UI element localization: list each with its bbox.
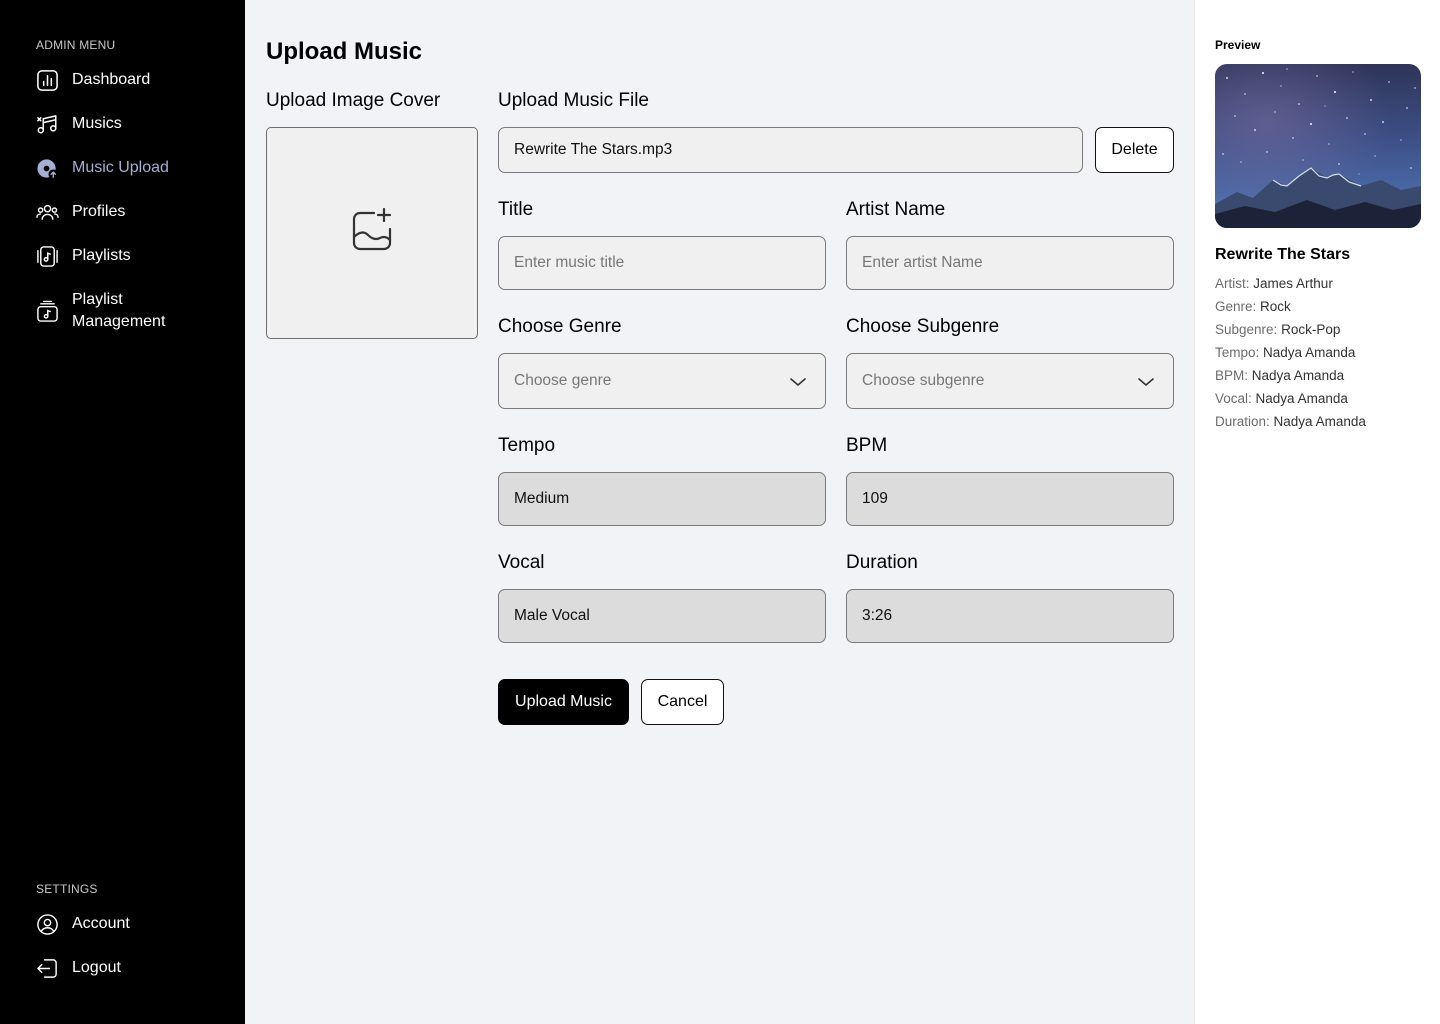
image-cover-dropzone[interactable] bbox=[266, 127, 478, 339]
bpm-field[interactable]: 109 bbox=[846, 472, 1174, 526]
cover-image-preview bbox=[1215, 64, 1421, 228]
delete-button[interactable]: Delete bbox=[1095, 127, 1174, 173]
meta-value: Nadya Amanda bbox=[1255, 391, 1348, 406]
meta-key: Artist: bbox=[1215, 276, 1250, 291]
meta-value: Nadya Amanda bbox=[1273, 414, 1366, 429]
sidebar-item-label: Profiles bbox=[72, 203, 126, 220]
meta-value: Nadya Amanda bbox=[1263, 345, 1356, 360]
preview-meta-tempo: Tempo: Nadya Amanda bbox=[1215, 345, 1355, 360]
title-input[interactable]: Enter music title bbox=[498, 236, 826, 290]
sidebar: ADMIN MENU Dashboard Musics Music Upload… bbox=[0, 0, 245, 1024]
meta-key: Genre: bbox=[1215, 299, 1257, 314]
cancel-button[interactable]: Cancel bbox=[641, 679, 724, 725]
duration-field[interactable]: 3:26 bbox=[846, 589, 1174, 643]
user-circle-icon bbox=[36, 913, 59, 936]
sidebar-item-label: Account bbox=[72, 915, 130, 932]
sidebar-item-musics[interactable]: Musics bbox=[36, 113, 122, 136]
preview-label: Preview bbox=[1215, 38, 1261, 52]
music-file-field[interactable]: Rewrite The Stars.mp3 bbox=[498, 127, 1083, 173]
sidebar-item-playlist-management[interactable]: Playlist Management bbox=[36, 289, 192, 333]
users-icon bbox=[36, 201, 59, 224]
sidebar-item-account[interactable]: Account bbox=[36, 913, 130, 936]
sidebar-item-dashboard[interactable]: Dashboard bbox=[36, 69, 150, 92]
preview-meta-subgenre: Subgenre: Rock-Pop bbox=[1215, 322, 1340, 337]
artist-input[interactable]: Enter artist Name bbox=[846, 236, 1174, 290]
preview-panel: Preview Rewrite The Stars Artist: James … bbox=[1194, 0, 1440, 1024]
chart-bars-icon bbox=[36, 69, 59, 92]
meta-value: Rock bbox=[1260, 299, 1291, 314]
sidebar-item-label: Music Upload bbox=[72, 159, 169, 176]
meta-key: Duration: bbox=[1215, 414, 1270, 429]
settings-label: SETTINGS bbox=[36, 882, 98, 896]
tempo-label: Tempo bbox=[498, 435, 556, 456]
preview-meta-artist: Artist: James Arthur bbox=[1215, 276, 1333, 291]
duration-label: Duration bbox=[846, 552, 918, 573]
title-label: Title bbox=[498, 199, 534, 220]
sidebar-item-label: Playlist Management bbox=[72, 291, 166, 330]
meta-value: James Arthur bbox=[1253, 276, 1333, 291]
admin-menu-label: ADMIN MENU bbox=[36, 38, 116, 52]
sidebar-item-label: Playlists bbox=[72, 247, 131, 264]
meta-key: BPM: bbox=[1215, 368, 1249, 383]
sidebar-item-profiles[interactable]: Profiles bbox=[36, 201, 125, 224]
meta-key: Subgenre: bbox=[1215, 322, 1278, 337]
genre-label: Choose Genre bbox=[498, 316, 622, 337]
genre-select[interactable]: Choose genre bbox=[498, 353, 826, 409]
cover-label: Upload Image Cover bbox=[266, 90, 441, 111]
meta-key: Tempo: bbox=[1215, 345, 1260, 360]
music-notes-icon bbox=[36, 113, 59, 136]
preview-meta-genre: Genre: Rock bbox=[1215, 299, 1291, 314]
sidebar-item-playlists[interactable]: Playlists bbox=[36, 245, 131, 268]
page-title: Upload Music bbox=[266, 38, 423, 65]
preview-title: Rewrite The Stars bbox=[1215, 246, 1351, 263]
chevron-down-icon bbox=[1137, 375, 1155, 393]
sidebar-item-music-upload[interactable]: Music Upload bbox=[36, 157, 169, 180]
bpm-label: BPM bbox=[846, 435, 888, 456]
sidebar-item-label: Musics bbox=[72, 115, 122, 132]
sidebar-item-logout[interactable]: Logout bbox=[36, 957, 121, 980]
chevron-down-icon bbox=[789, 375, 807, 393]
genre-select-value: Choose genre bbox=[514, 372, 612, 389]
preview-meta-bpm: BPM: Nadya Amanda bbox=[1215, 368, 1344, 383]
subgenre-select[interactable]: Choose subgenre bbox=[846, 353, 1174, 409]
meta-value: Nadya Amanda bbox=[1251, 368, 1345, 383]
logout-icon bbox=[36, 957, 59, 980]
music-upload-icon bbox=[36, 157, 59, 180]
playlist-icon bbox=[36, 245, 59, 268]
preview-meta-duration: Duration: Nadya Amanda bbox=[1215, 414, 1366, 429]
meta-value: Rock-Pop bbox=[1281, 322, 1341, 337]
music-file-label: Upload Music File bbox=[498, 90, 649, 111]
artist-label: Artist Name bbox=[846, 199, 946, 220]
main-content: Upload Music Upload Image Cover Upload M… bbox=[245, 0, 1194, 1024]
upload-music-button[interactable]: Upload Music bbox=[498, 679, 629, 725]
add-image-icon bbox=[348, 207, 396, 260]
preview-meta-vocal: Vocal: Nadya Amanda bbox=[1215, 391, 1348, 406]
playlist-management-icon bbox=[36, 300, 59, 323]
vocal-label: Vocal bbox=[498, 552, 545, 573]
vocal-field[interactable]: Male Vocal bbox=[498, 589, 826, 643]
tempo-field[interactable]: Medium bbox=[498, 472, 826, 526]
subgenre-select-value: Choose subgenre bbox=[862, 372, 985, 389]
subgenre-label: Choose Subgenre bbox=[846, 316, 1000, 337]
meta-key: Vocal: bbox=[1215, 391, 1252, 406]
sidebar-item-label: Logout bbox=[72, 959, 121, 976]
sidebar-item-label: Dashboard bbox=[72, 71, 151, 88]
